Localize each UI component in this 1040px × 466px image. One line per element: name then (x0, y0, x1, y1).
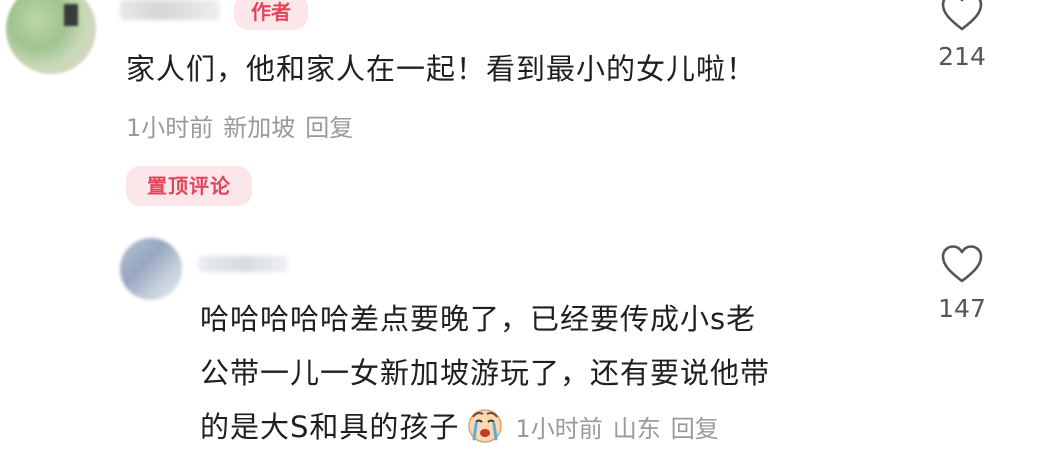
reply-button[interactable]: 回复 (671, 415, 719, 443)
reply-location: 山东 (612, 415, 661, 443)
reply-meta: 1小时前 山东 回复 (505, 415, 718, 443)
heart-outline-icon[interactable] (940, 0, 984, 32)
username-blurred[interactable] (120, 0, 220, 20)
reply-text-line-last: 的是大S和具的孩子 1小时前 山东 回复 (200, 400, 900, 456)
heart-outline-icon[interactable] (940, 244, 984, 284)
comment-section: 作者 家人们，他和家人在一起！看到最小的女儿啦！ 1小时前 新加坡 回复 214 置… (0, 0, 1040, 466)
like-count: 147 (938, 294, 986, 323)
like-button[interactable]: 214 (932, 0, 992, 71)
reply-text[interactable]: 哈哈哈哈哈差点要晚了，已经要传成小s老 公带一儿一女新加坡游玩了，还有要说他带 … (200, 292, 900, 456)
reply-text-line: 的是大S和具的孩子 (200, 410, 460, 444)
comment-meta: 1小时前 新加坡 回复 (126, 108, 363, 143)
avatar[interactable] (120, 238, 182, 300)
reply-time: 1小时前 (515, 415, 603, 443)
avatar[interactable] (6, 0, 96, 74)
reply-text-line: 公带一儿一女新加坡游玩了，还有要说他带 (200, 356, 771, 390)
like-button[interactable]: 147 (932, 244, 992, 323)
crying-face-emoji-icon (468, 409, 503, 443)
username-blurred[interactable] (198, 256, 288, 272)
reply-button[interactable]: 回复 (305, 114, 353, 142)
like-count: 214 (938, 42, 986, 71)
pinned-comment-badge: 置顶评论 (126, 166, 252, 206)
comment-time: 1小时前 (126, 114, 214, 142)
comment-text[interactable]: 家人们，他和家人在一起！看到最小的女儿啦！ (126, 46, 756, 88)
author-badge: 作者 (234, 0, 308, 30)
reply-text-line: 哈哈哈哈哈差点要晚了，已经要传成小s老 (200, 302, 757, 336)
comment-location: 新加坡 (223, 114, 296, 142)
